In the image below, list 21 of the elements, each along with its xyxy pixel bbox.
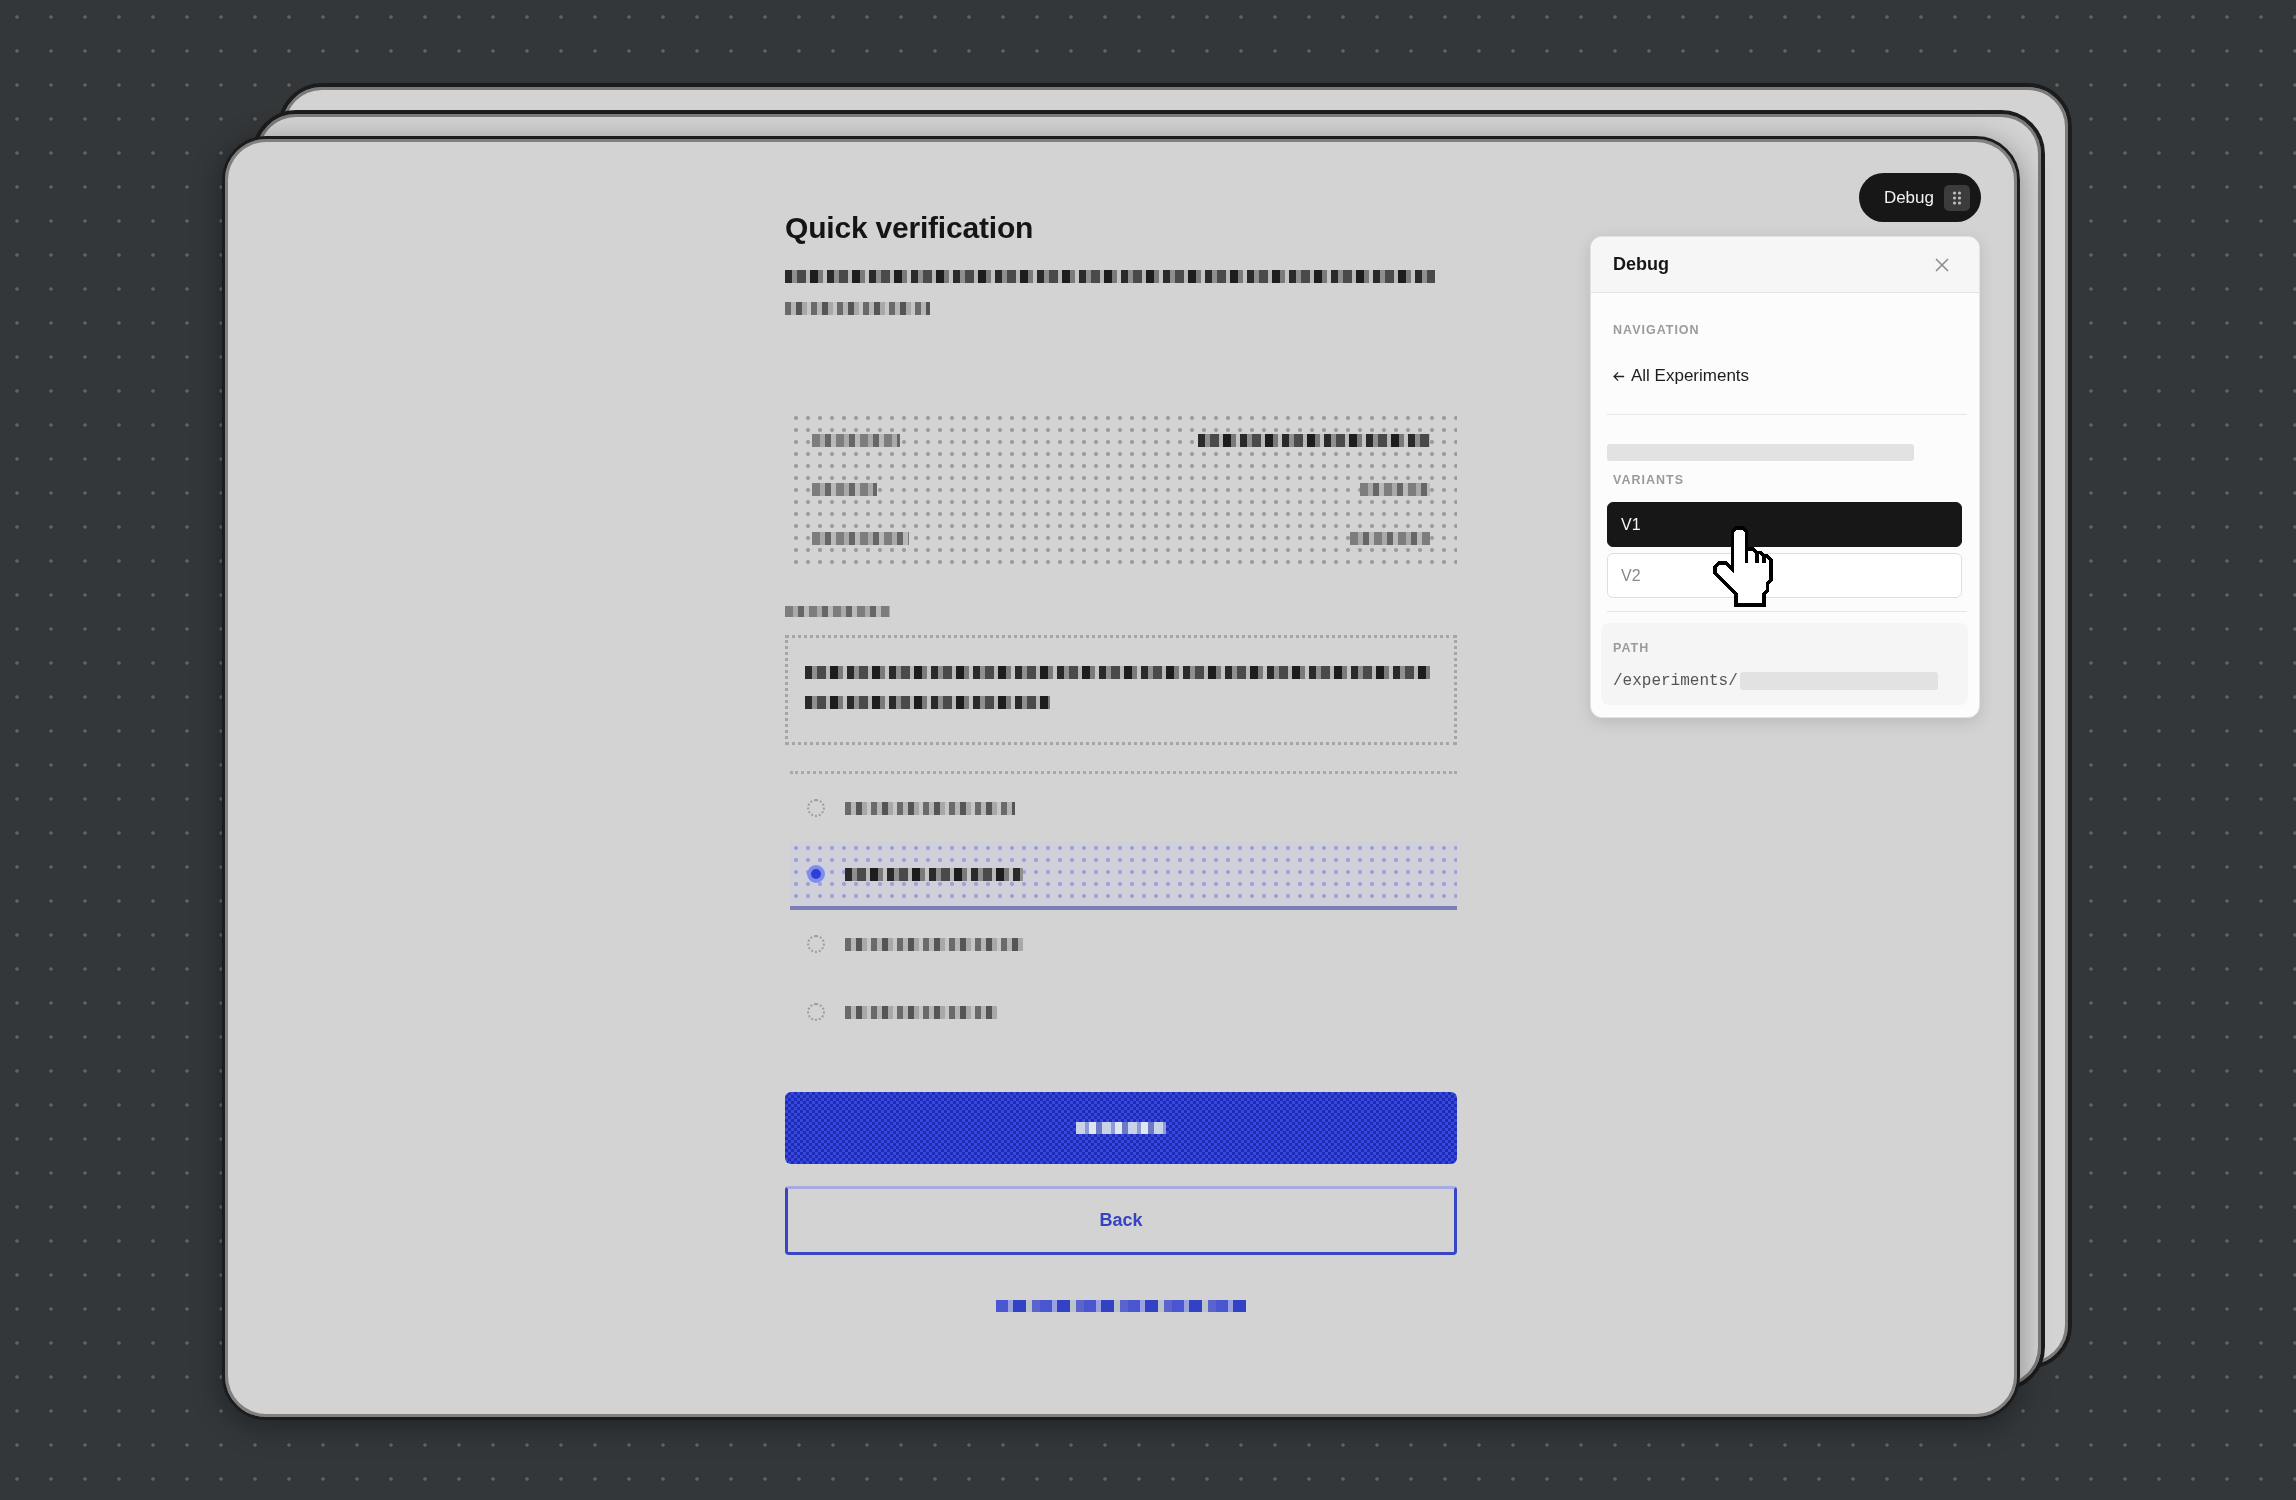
close-icon [1935,257,1949,272]
variant-option[interactable]: V1 [1607,502,1962,547]
panel-title: Debug [1613,254,1669,275]
option-highlight[interactable] [790,842,1457,910]
page-title: Quick verification [785,210,1035,246]
back-link[interactable]: All Experiments [1613,365,1750,387]
close-button[interactable] [1935,257,1949,272]
primary-button[interactable] [785,1092,1457,1164]
pixelated-text [812,483,877,496]
pixelated-link[interactable] [996,1300,1246,1312]
hand-cursor-icon [1713,526,1773,607]
section-heading: PATH [1612,640,1650,656]
path-text: /experiments/ [1613,671,1738,692]
debug-toggle-button[interactable]: Debug [1859,173,1981,222]
pixelated-text [1360,483,1430,496]
section-heading: NAVIGATION [1612,322,1700,338]
back-button[interactable]: Back [785,1186,1457,1255]
arrow-left-icon [1613,370,1625,382]
grip-icon [1944,184,1970,211]
radio-button[interactable] [807,865,825,883]
section-heading: VARIANTS [1612,472,1684,488]
